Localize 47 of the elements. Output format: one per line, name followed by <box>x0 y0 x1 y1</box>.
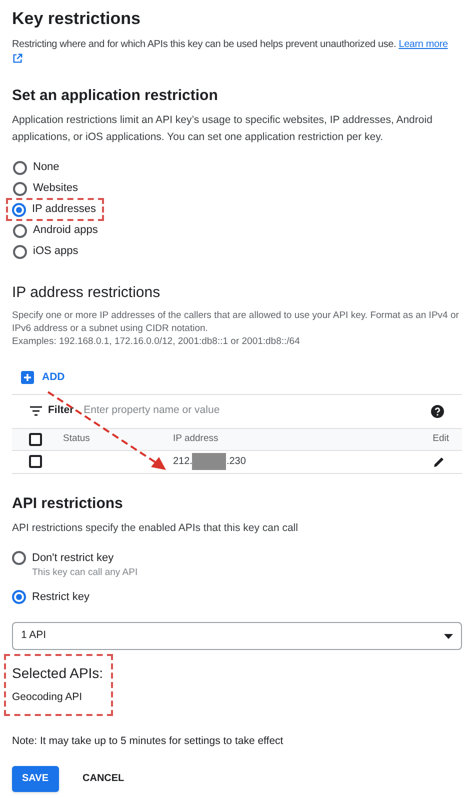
description: Restricting where and for which APIs this key can be used helps prevent unauthorized use. Learn more <box>12 38 449 52</box>
description: Application restrictions limit an API key’s usage to specific websites, IP addresses, Android applications, or iOS applications. You can set one application restriction per key. <box>12 113 434 144</box>
plus-icon <box>23 373 32 382</box>
external-link-icon <box>12 53 23 64</box>
column-header: Status <box>63 432 91 446</box>
note: Note: It may take up to 5 minutes for settings to take effect <box>12 734 284 749</box>
save-button[interactable]: SAVE <box>12 766 58 792</box>
selected-api: Geocoding API <box>12 690 84 705</box>
add-button[interactable]: ADD <box>21 370 65 386</box>
section-title: IP address restrictions <box>12 283 162 303</box>
filter-label: Filter <box>48 403 74 418</box>
radio-button[interactable] <box>13 244 27 258</box>
section-title: Set an application restriction <box>12 86 219 106</box>
column-header: Edit <box>432 432 449 446</box>
description: Specify one or more IP addresses of the callers that are allowed to use your API key. Format as an IPv4 or IPv6 address or a subnet using CIDR notation. <box>12 309 460 335</box>
pencil-icon[interactable] <box>433 456 445 468</box>
radio-hint: This key can call any API <box>32 566 139 580</box>
ip-prefix: 212. <box>173 455 192 470</box>
dropdown-arrow-icon <box>444 634 453 638</box>
description: Examples: 192.168.0.1, 172.16.0.0/12, 2001:db8::1 or 2001:db8::/64 <box>12 335 301 348</box>
help-icon[interactable] <box>431 404 444 418</box>
ip-suffix: .230 <box>226 455 246 470</box>
learn-more-link[interactable]: Learn more <box>398 39 448 50</box>
radio-label: IP addresses <box>32 202 96 218</box>
cancel-button[interactable]: CANCEL <box>72 766 134 792</box>
radio-label: iOS apps <box>33 244 78 260</box>
radio-label: Websites <box>33 181 78 196</box>
section-title: API restrictions <box>12 494 124 514</box>
radio-button[interactable] <box>13 224 27 238</box>
selected-apis-title: Selected APIs: <box>12 664 104 682</box>
filter-icon <box>30 406 42 416</box>
radio-button[interactable] <box>13 182 27 196</box>
filter-field[interactable]: Enter property name or value <box>84 403 425 420</box>
radio-label: Restrict key <box>32 590 90 604</box>
column-header: IP address <box>173 432 220 446</box>
radio-button[interactable] <box>12 551 26 565</box>
radio-label: None <box>33 160 60 176</box>
api-dropdown[interactable]: 1 API <box>12 622 462 650</box>
checkbox[interactable] <box>29 432 42 446</box>
section-title: Key restrictions <box>12 8 142 30</box>
radio-button[interactable] <box>13 160 27 174</box>
description: API restrictions specify the enabled APIs that this key can call <box>12 520 299 535</box>
checkbox[interactable] <box>29 455 42 468</box>
radio-label: Don't restrict key <box>32 550 114 566</box>
radio-button[interactable] <box>12 590 26 604</box>
radio-label: Android apps <box>33 223 98 238</box>
radio-button[interactable] <box>12 202 26 216</box>
